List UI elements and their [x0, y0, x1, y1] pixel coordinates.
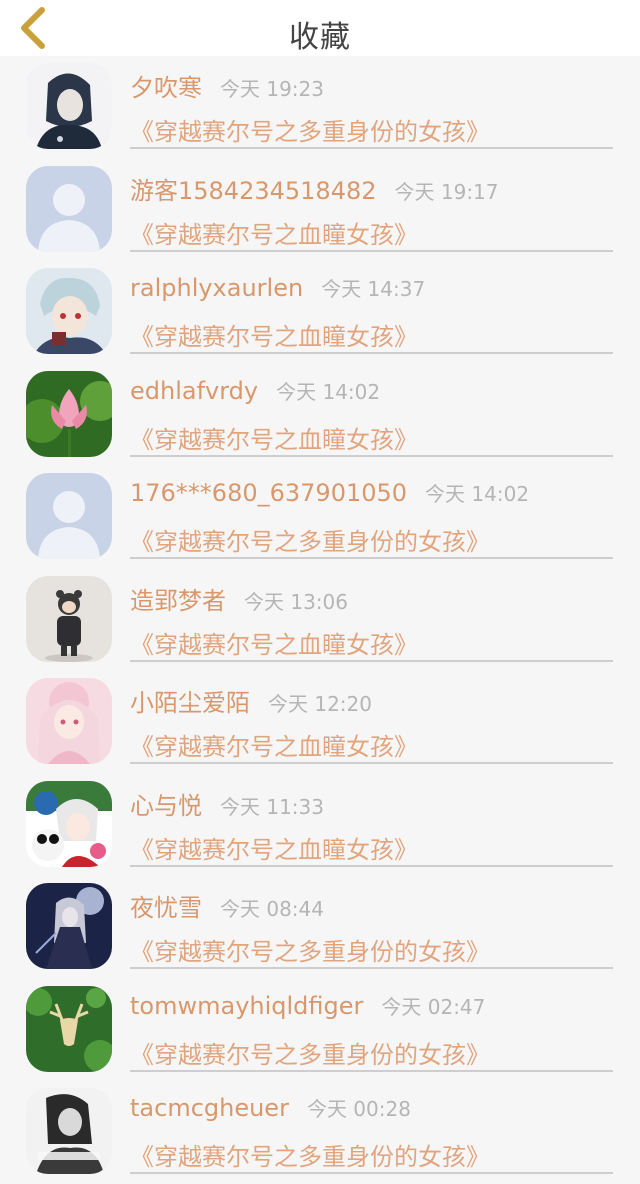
- divider: [130, 147, 613, 149]
- list-item[interactable]: 夜忧雪 今天 08:44 《穿越赛尔号之多重身份的女孩》: [0, 876, 640, 979]
- divider: [130, 352, 613, 354]
- avatar[interactable]: [26, 63, 112, 149]
- username[interactable]: tacmcgheuer: [130, 1094, 289, 1122]
- username[interactable]: 夜忧雪: [130, 888, 202, 923]
- favorited-book-title[interactable]: 《穿越赛尔号之血瞳女孩》: [130, 625, 418, 660]
- username[interactable]: 心与悦: [130, 786, 202, 821]
- bw-photo-avatar: [26, 1088, 112, 1174]
- list-item[interactable]: 游客1584234518482 今天 19:17 《穿越赛尔号之血瞳女孩》: [0, 159, 640, 262]
- timestamp: 今天 14:02: [276, 379, 381, 404]
- lotus-avatar: [26, 370, 112, 457]
- username[interactable]: 176***680_637901050: [130, 479, 407, 507]
- list-item[interactable]: 心与悦 今天 11:33 《穿越赛尔号之血瞳女孩》: [0, 774, 640, 877]
- user-line: 夜忧雪 今天 08:44: [130, 888, 324, 922]
- username[interactable]: 小陌尘爱陌: [130, 683, 250, 718]
- user-line: edhlafvrdy 今天 14:02: [130, 376, 380, 410]
- timestamp: 今天 08:44: [220, 897, 324, 921]
- favorited-book-title[interactable]: 《穿越赛尔号之血瞳女孩》: [130, 317, 418, 352]
- list-item[interactable]: 造郢梦者 今天 13:06 《穿越赛尔号之血瞳女孩》: [0, 569, 640, 672]
- user-line: tacmcgheuer 今天 00:28: [130, 1093, 411, 1127]
- divider: [130, 557, 613, 559]
- favorited-book-title[interactable]: 《穿越赛尔号之血瞳女孩》: [130, 215, 418, 250]
- list-item[interactable]: tacmcgheuer 今天 00:28 《穿越赛尔号之多重身份的女孩》: [0, 1081, 640, 1184]
- timestamp: 今天 02:47: [381, 994, 486, 1019]
- list-item[interactable]: tomwmayhiqldfiger 今天 02:47 《穿越赛尔号之多重身份的女孩》: [0, 979, 640, 1082]
- favorited-book-title[interactable]: 《穿越赛尔号之多重身份的女孩》: [130, 112, 490, 147]
- favorited-book-title[interactable]: 《穿越赛尔号之多重身份的女孩》: [130, 932, 490, 967]
- username[interactable]: tomwmayhiqldfiger: [130, 992, 363, 1020]
- username[interactable]: 造郢梦者: [130, 581, 226, 616]
- favorited-book-title[interactable]: 《穿越赛尔号之血瞳女孩》: [130, 420, 418, 455]
- nav-bar: 收藏: [0, 0, 640, 56]
- child-photo-avatar: [26, 575, 112, 662]
- avatar[interactable]: [26, 1088, 112, 1174]
- avatar[interactable]: [26, 268, 112, 354]
- favorited-book-title[interactable]: 《穿越赛尔号之血瞳女孩》: [130, 727, 418, 762]
- timestamp: 今天 11:33: [220, 794, 324, 819]
- user-line: 176***680_637901050 今天 14:02: [130, 478, 529, 512]
- divider: [130, 762, 613, 764]
- favorited-book-title[interactable]: 《穿越赛尔号之多重身份的女孩》: [130, 522, 490, 557]
- avatar[interactable]: [26, 370, 112, 457]
- divider: [130, 864, 613, 867]
- avatar[interactable]: [26, 575, 112, 662]
- panda-anime-avatar: [26, 780, 112, 867]
- user-line: 造郢梦者 今天 13:06: [130, 581, 348, 615]
- anime-boy-avatar: [26, 268, 112, 354]
- username[interactable]: ralphlyxaurlen: [130, 274, 303, 302]
- user-line: 夕吹寒 今天 19:23: [130, 68, 324, 102]
- timestamp: 今天 12:20: [268, 692, 372, 716]
- avatar[interactable]: [26, 678, 112, 764]
- list-item[interactable]: 176***680_637901050 今天 14:02 《穿越赛尔号之多重身份的女…: [0, 466, 640, 569]
- divider: [130, 1172, 613, 1174]
- divider: [130, 967, 613, 969]
- favorited-book-title[interactable]: 《穿越赛尔号之多重身份的女孩》: [130, 1137, 490, 1172]
- avatar[interactable]: [26, 780, 112, 867]
- favorites-list: 夕吹寒 今天 19:23 《穿越赛尔号之多重身份的女孩》 游客158423451848…: [0, 56, 640, 1184]
- list-item[interactable]: 夕吹寒 今天 19:23 《穿越赛尔号之多重身份的女孩》: [0, 56, 640, 159]
- user-line: 小陌尘爱陌 今天 12:20: [130, 683, 372, 717]
- night-anime-avatar: [26, 883, 112, 969]
- avatar[interactable]: [26, 165, 112, 252]
- timestamp: 今天 13:06: [244, 589, 348, 614]
- anime-girl-avatar: [26, 63, 112, 149]
- list-item[interactable]: ralphlyxaurlen 今天 14:37 《穿越赛尔号之血瞳女孩》: [0, 261, 640, 364]
- list-item[interactable]: edhlafvrdy 今天 14:02 《穿越赛尔号之血瞳女孩》: [0, 364, 640, 467]
- list-item[interactable]: 小陌尘爱陌 今天 12:20 《穿越赛尔号之血瞳女孩》: [0, 671, 640, 774]
- timestamp: 今天 19:23: [220, 77, 324, 101]
- timestamp: 今天 19:17: [394, 179, 499, 204]
- avatar[interactable]: [26, 473, 112, 559]
- username[interactable]: 游客1584234518482: [130, 171, 377, 206]
- divider: [130, 249, 613, 252]
- pink-anime-avatar: [26, 678, 112, 764]
- page-title: 收藏: [289, 20, 351, 55]
- deer-avatar: [26, 985, 112, 1072]
- user-line: tomwmayhiqldfiger 今天 02:47: [130, 991, 485, 1025]
- favorited-book-title[interactable]: 《穿越赛尔号之血瞳女孩》: [130, 830, 418, 865]
- user-line: 心与悦 今天 11:33: [130, 786, 324, 820]
- timestamp: 今天 14:02: [425, 482, 530, 506]
- divider: [130, 1069, 613, 1072]
- favorited-book-title[interactable]: 《穿越赛尔号之多重身份的女孩》: [130, 1035, 490, 1070]
- username[interactable]: edhlafvrdy: [130, 377, 258, 405]
- divider: [130, 454, 613, 457]
- avatar[interactable]: [26, 985, 112, 1072]
- username[interactable]: 夕吹寒: [130, 68, 202, 103]
- user-line: ralphlyxaurlen 今天 14:37: [130, 273, 425, 307]
- timestamp: 今天 14:37: [321, 277, 426, 301]
- timestamp: 今天 00:28: [306, 1097, 411, 1121]
- user-line: 游客1584234518482 今天 19:17: [130, 171, 499, 205]
- divider: [130, 659, 613, 662]
- default-user-avatar: [26, 473, 112, 559]
- default-user-avatar: [26, 165, 112, 252]
- avatar[interactable]: [26, 883, 112, 969]
